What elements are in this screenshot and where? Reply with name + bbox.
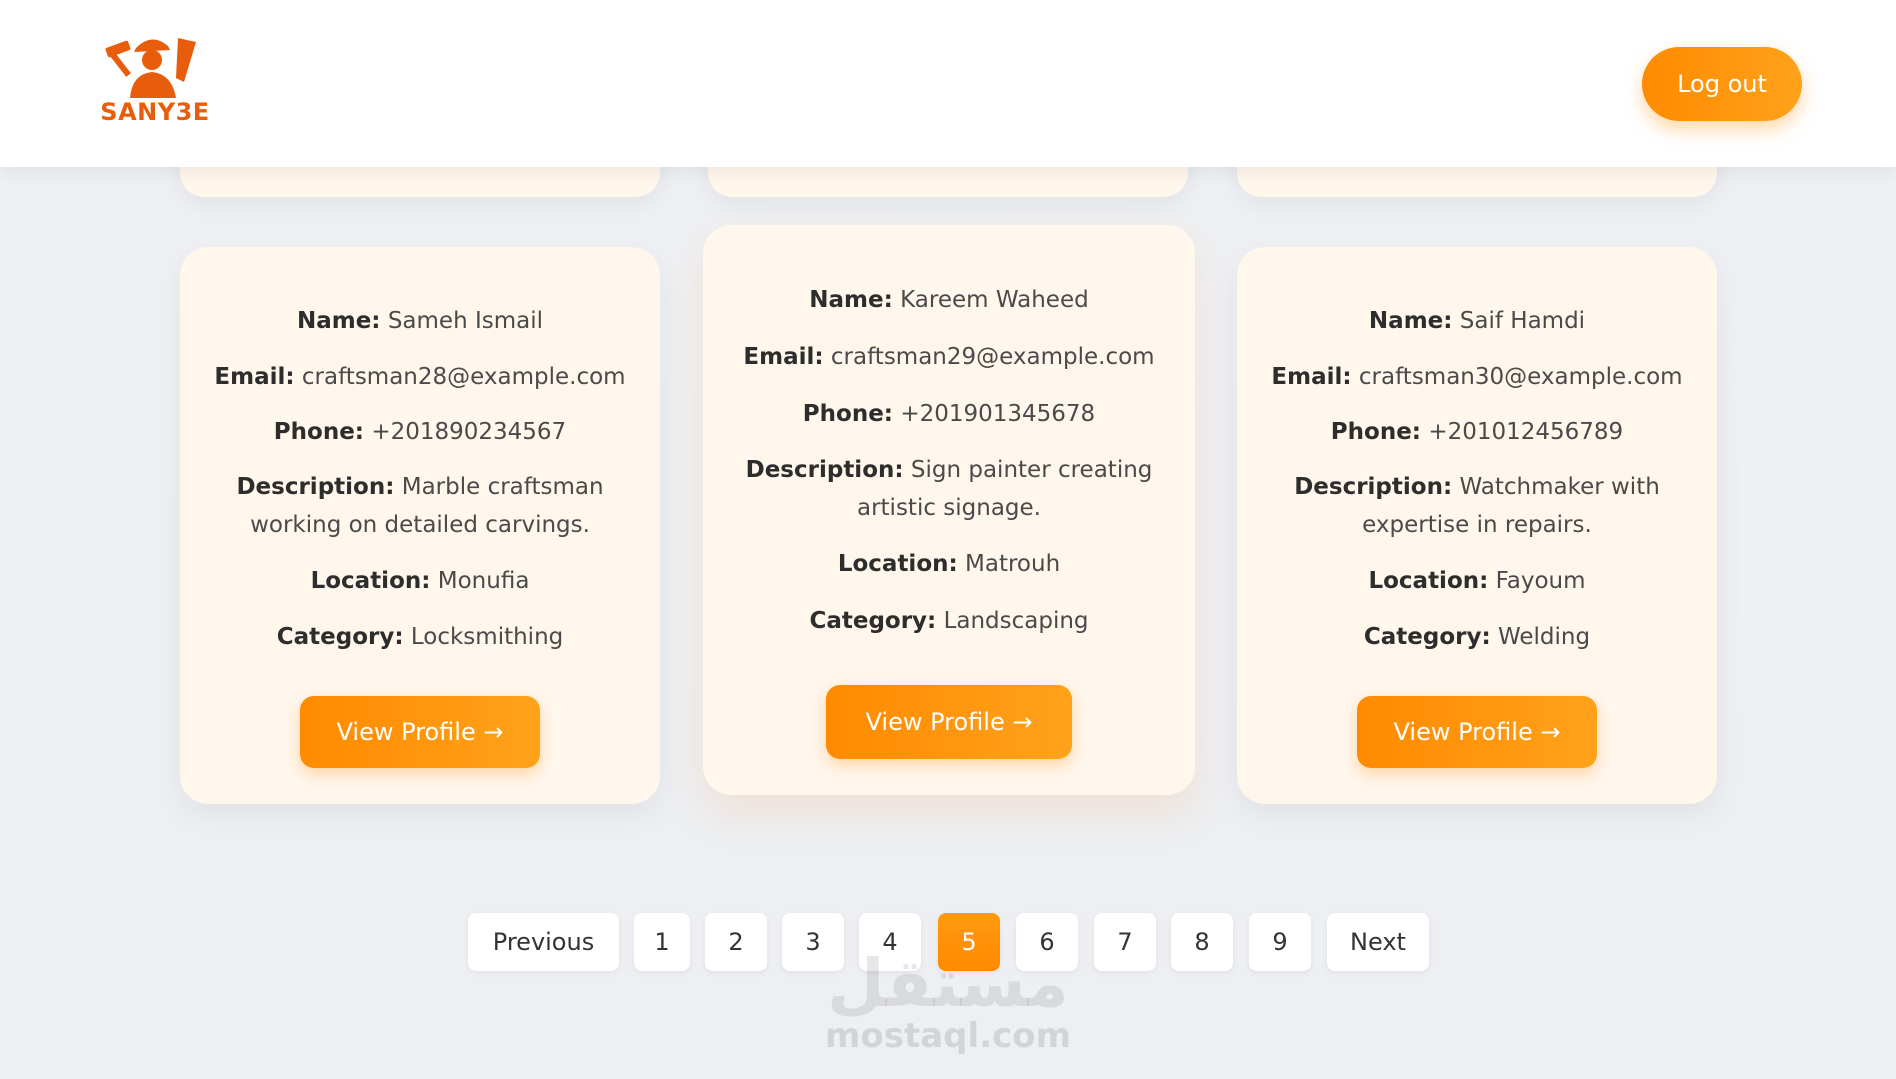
view-profile-button[interactable]: View Profile → [826, 685, 1072, 759]
view-profile-button[interactable]: View Profile → [300, 696, 540, 768]
craftsman-card: Name: Saif Hamdi Email: craftsman30@exam… [1237, 247, 1717, 804]
logout-button[interactable]: Log out [1642, 47, 1802, 121]
watermark-arabic: مستقل [827, 945, 1069, 1022]
category-field: Category: Welding [1363, 624, 1591, 650]
description-field: Description: Sign painter creating artis… [745, 457, 1153, 521]
name-field: Name: Sameh Ismail [296, 308, 544, 334]
name-field: Name: Saif Hamdi [1368, 308, 1586, 334]
brand-name: SANY3E [100, 98, 210, 126]
description-field: Description: Marble craftsman working on… [236, 474, 604, 538]
watermark-text: mostaql.com [824, 1016, 1072, 1056]
page: SANY3E Log out Name: Sameh Ismail Email:… [0, 0, 1896, 1079]
email-field: Email: craftsman29@example.com [743, 344, 1155, 370]
category-field: Category: Locksmithing [276, 624, 564, 650]
craftsman-card: Name: Kareem Waheed Email: craftsman29@e… [703, 225, 1195, 795]
location-field: Location: Fayoum [1368, 568, 1586, 594]
craftsman-card: Name: Sameh Ismail Email: craftsman28@ex… [180, 247, 660, 804]
name-field: Name: Kareem Waheed [809, 287, 1089, 313]
email-field: Email: craftsman28@example.com [214, 364, 626, 390]
location-field: Location: Monufia [310, 568, 530, 594]
category-field: Category: Landscaping [809, 608, 1089, 634]
phone-field: Phone: +201890234567 [273, 419, 567, 445]
top-navbar: SANY3E Log out [0, 0, 1896, 167]
phone-field: Phone: +201901345678 [802, 401, 1096, 427]
view-profile-button[interactable]: View Profile → [1357, 696, 1597, 768]
email-field: Email: craftsman30@example.com [1271, 364, 1683, 390]
location-field: Location: Matrouh [837, 551, 1061, 577]
brand-logo[interactable]: SANY3E [100, 30, 210, 130]
craftsman-hammer-icon [105, 38, 196, 98]
phone-field: Phone: +201012456789 [1330, 419, 1624, 445]
description-field: Description: Watchmaker with expertise i… [1294, 474, 1660, 538]
